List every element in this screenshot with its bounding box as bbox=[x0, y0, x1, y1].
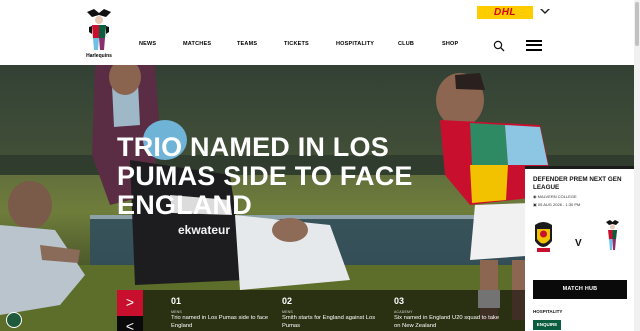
sponsor-logo[interactable]: DHL bbox=[477, 6, 533, 19]
scrollbar-thumb[interactable] bbox=[635, 2, 639, 46]
page-scrollbar[interactable] bbox=[634, 0, 640, 331]
nav-item-teams[interactable]: TEAMS bbox=[237, 41, 257, 47]
news-number: 01 bbox=[171, 296, 182, 306]
nav-item-news[interactable]: NEWS bbox=[139, 41, 156, 47]
hamburger-menu-icon[interactable] bbox=[526, 39, 542, 51]
match-venue: ◉ MALVERN COLLEGE bbox=[533, 194, 577, 199]
versus-text: V bbox=[575, 238, 582, 249]
cookie-settings-icon[interactable] bbox=[6, 312, 22, 328]
pitch-board-text: ekwateur bbox=[178, 223, 231, 237]
news-title[interactable]: Trio named in Los Pumas side to face Eng… bbox=[171, 315, 281, 330]
nav-item-tickets[interactable]: TICKETS bbox=[284, 41, 309, 47]
kit-sponsor-icon[interactable] bbox=[540, 9, 550, 15]
news-carousel: 01 MENS Trio named in Los Pumas side to … bbox=[143, 290, 525, 331]
news-title[interactable]: Six named in England U20 squad to take o… bbox=[394, 315, 504, 330]
news-category: MENS bbox=[171, 310, 182, 314]
nav-item-hospitality[interactable]: HOSPITALITY bbox=[336, 41, 374, 47]
news-number: 02 bbox=[282, 296, 293, 306]
club-logo[interactable]: Harlequins bbox=[84, 8, 114, 62]
search-icon[interactable] bbox=[493, 40, 505, 52]
club-logo-text: Harlequins bbox=[86, 53, 112, 59]
exeter-chiefs-crest-icon bbox=[535, 222, 552, 252]
watermark-text: ScanMalware bbox=[578, 316, 615, 322]
match-date: ▣ 05 AUG 2026 - 1:30 PM bbox=[533, 202, 580, 207]
next-match-card: DEFENDER PREM NEXT GEN LEAGUE ◉ MALVERN … bbox=[525, 166, 634, 331]
enquire-button[interactable]: ENQUIRE bbox=[533, 320, 561, 330]
news-number: 03 bbox=[394, 296, 405, 306]
nav-item-club[interactable]: CLUB bbox=[398, 41, 414, 47]
nav-item-shop[interactable]: SHOP bbox=[442, 41, 458, 47]
location-pin-icon: ◉ bbox=[533, 194, 537, 199]
next-slide-button[interactable]: > bbox=[117, 290, 143, 316]
match-venue-text: MALVERN COLLEGE bbox=[537, 194, 577, 199]
match-date-text: 05 AUG 2026 - 1:30 PM bbox=[537, 202, 581, 207]
hospitality-label: HOSPITALITY bbox=[533, 309, 563, 314]
news-category: ACADEMY bbox=[394, 310, 413, 314]
harlequins-crest-icon bbox=[606, 220, 619, 250]
harlequin-crest-icon bbox=[87, 9, 111, 50]
match-hub-button[interactable]: MATCH HUB bbox=[533, 280, 627, 299]
site-header: Harlequins NEWS MATCHES TEAMS TICKETS HO… bbox=[0, 0, 640, 65]
hero-title[interactable]: Trio named in Los Pumas side to face Eng… bbox=[117, 133, 437, 220]
match-competition: DEFENDER PREM NEXT GEN LEAGUE bbox=[533, 176, 622, 191]
calendar-icon: ▣ bbox=[533, 202, 537, 207]
nav-item-matches[interactable]: MATCHES bbox=[183, 41, 211, 47]
news-category: MENS bbox=[282, 310, 293, 314]
previous-slide-button[interactable]: < bbox=[117, 316, 143, 331]
match-card-top-bar bbox=[525, 166, 634, 169]
news-title[interactable]: Smith starts for England against Los Pum… bbox=[282, 315, 392, 330]
sponsor-logo-text: DHL bbox=[493, 7, 517, 18]
